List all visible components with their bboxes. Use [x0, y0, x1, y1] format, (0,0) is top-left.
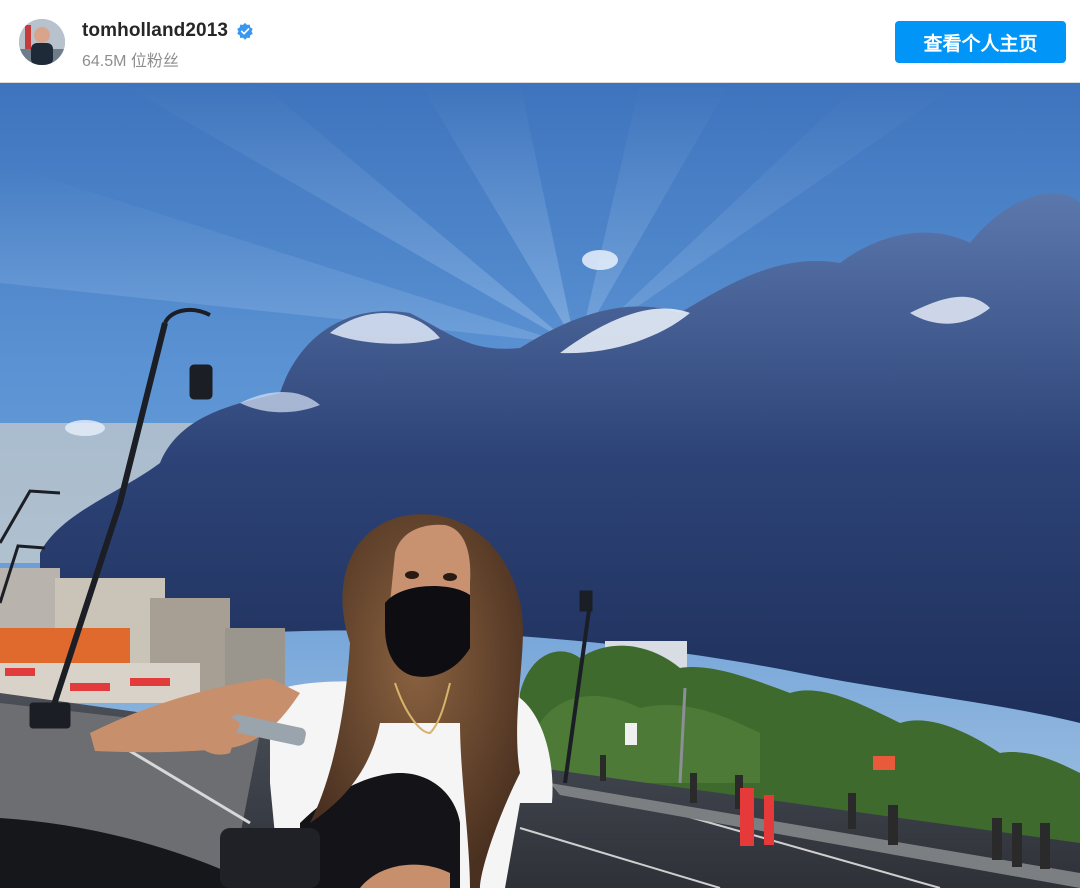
- view-profile-button[interactable]: 查看个人主页: [895, 21, 1066, 63]
- username-row: tomholland2013: [82, 20, 254, 42]
- post-photo: [0, 83, 1080, 888]
- username[interactable]: tomholland2013: [82, 20, 228, 42]
- follower-count: 64.5M 位粉丝: [82, 53, 179, 70]
- avatar-image: [19, 19, 65, 65]
- verified-badge-icon: [237, 22, 253, 40]
- avatar[interactable]: [19, 19, 65, 65]
- post-header: tomholland2013 64.5M 位粉丝 查看个人主页: [0, 0, 1080, 83]
